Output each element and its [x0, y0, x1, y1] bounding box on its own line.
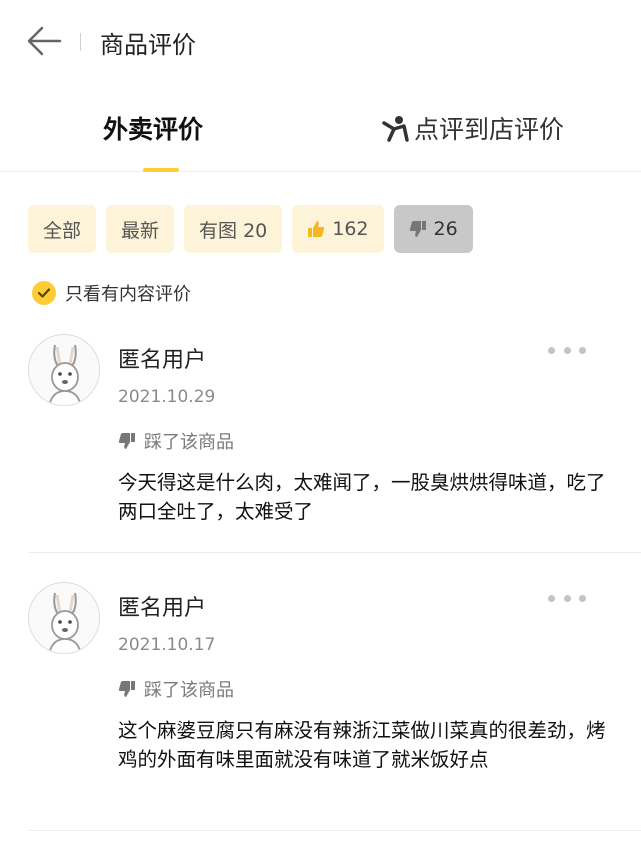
tab-store-label: 点评到店评价	[414, 115, 565, 144]
check-icon	[32, 281, 56, 305]
dislike-tag-label: 踩了该商品	[144, 432, 234, 453]
more-options-button[interactable]	[548, 343, 586, 357]
thumbs-up-count: 162	[332, 218, 369, 240]
tab-store-reviews[interactable]: 点评到店评价	[380, 110, 564, 146]
more-options-button[interactable]	[548, 591, 586, 605]
review-date: 2021.10.17	[118, 635, 216, 655]
header: 商品评价	[0, 0, 641, 86]
back-arrow-icon	[27, 26, 62, 56]
person-icon	[382, 116, 409, 142]
content-only-toggle[interactable]: 只看有内容评价	[32, 280, 191, 306]
filter-all[interactable]: 全部	[28, 205, 97, 253]
more-dots-icon	[548, 346, 555, 354]
more-dots-icon	[548, 594, 555, 602]
header-divider	[80, 33, 81, 51]
dislike-tag-label: 踩了该商品	[144, 680, 234, 701]
active-tab-indicator	[143, 168, 179, 172]
page-title: 商品评价	[100, 31, 196, 59]
thumbs-down-icon	[409, 221, 426, 237]
filter-bar: 全部 最新 有图 20 162 26	[28, 205, 473, 253]
review-separator	[28, 830, 641, 831]
review-text: 今天得这是什么肉，太难闻了，一股臭烘烘得味道，吃了两口全吐了，太难受了	[118, 471, 606, 523]
tab-takeout-reviews[interactable]: 外卖评价	[103, 110, 203, 146]
kangaroo-avatar	[28, 582, 100, 654]
thumbs-up-icon	[308, 221, 325, 237]
review-username: 匿名用户	[118, 596, 207, 621]
dislike-tag: 踩了该商品	[118, 428, 234, 454]
thumbs-down-icon	[118, 433, 135, 449]
review-tabs: 外卖评价 点评到店评价	[0, 96, 641, 172]
review-date: 2021.10.29	[118, 387, 216, 407]
filter-latest[interactable]: 最新	[106, 205, 175, 253]
dislike-tag: 踩了该商品	[118, 676, 234, 702]
filter-thumbs-down[interactable]: 26	[393, 205, 473, 253]
review-text: 这个麻婆豆腐只有麻没有辣浙江菜做川菜真的很差劲，烤鸡的外面有味里面就没有味道了就…	[118, 719, 606, 771]
kangaroo-avatar	[28, 334, 100, 406]
back-button[interactable]	[26, 24, 62, 58]
content-only-label: 只看有内容评价	[65, 284, 191, 305]
thumbs-down-count: 26	[433, 218, 458, 240]
filter-thumbs-up[interactable]: 162	[292, 205, 384, 253]
filter-with-images[interactable]: 有图 20	[184, 205, 283, 253]
review-username: 匿名用户	[118, 348, 207, 373]
thumbs-down-icon	[118, 681, 135, 697]
review-separator	[28, 552, 641, 553]
